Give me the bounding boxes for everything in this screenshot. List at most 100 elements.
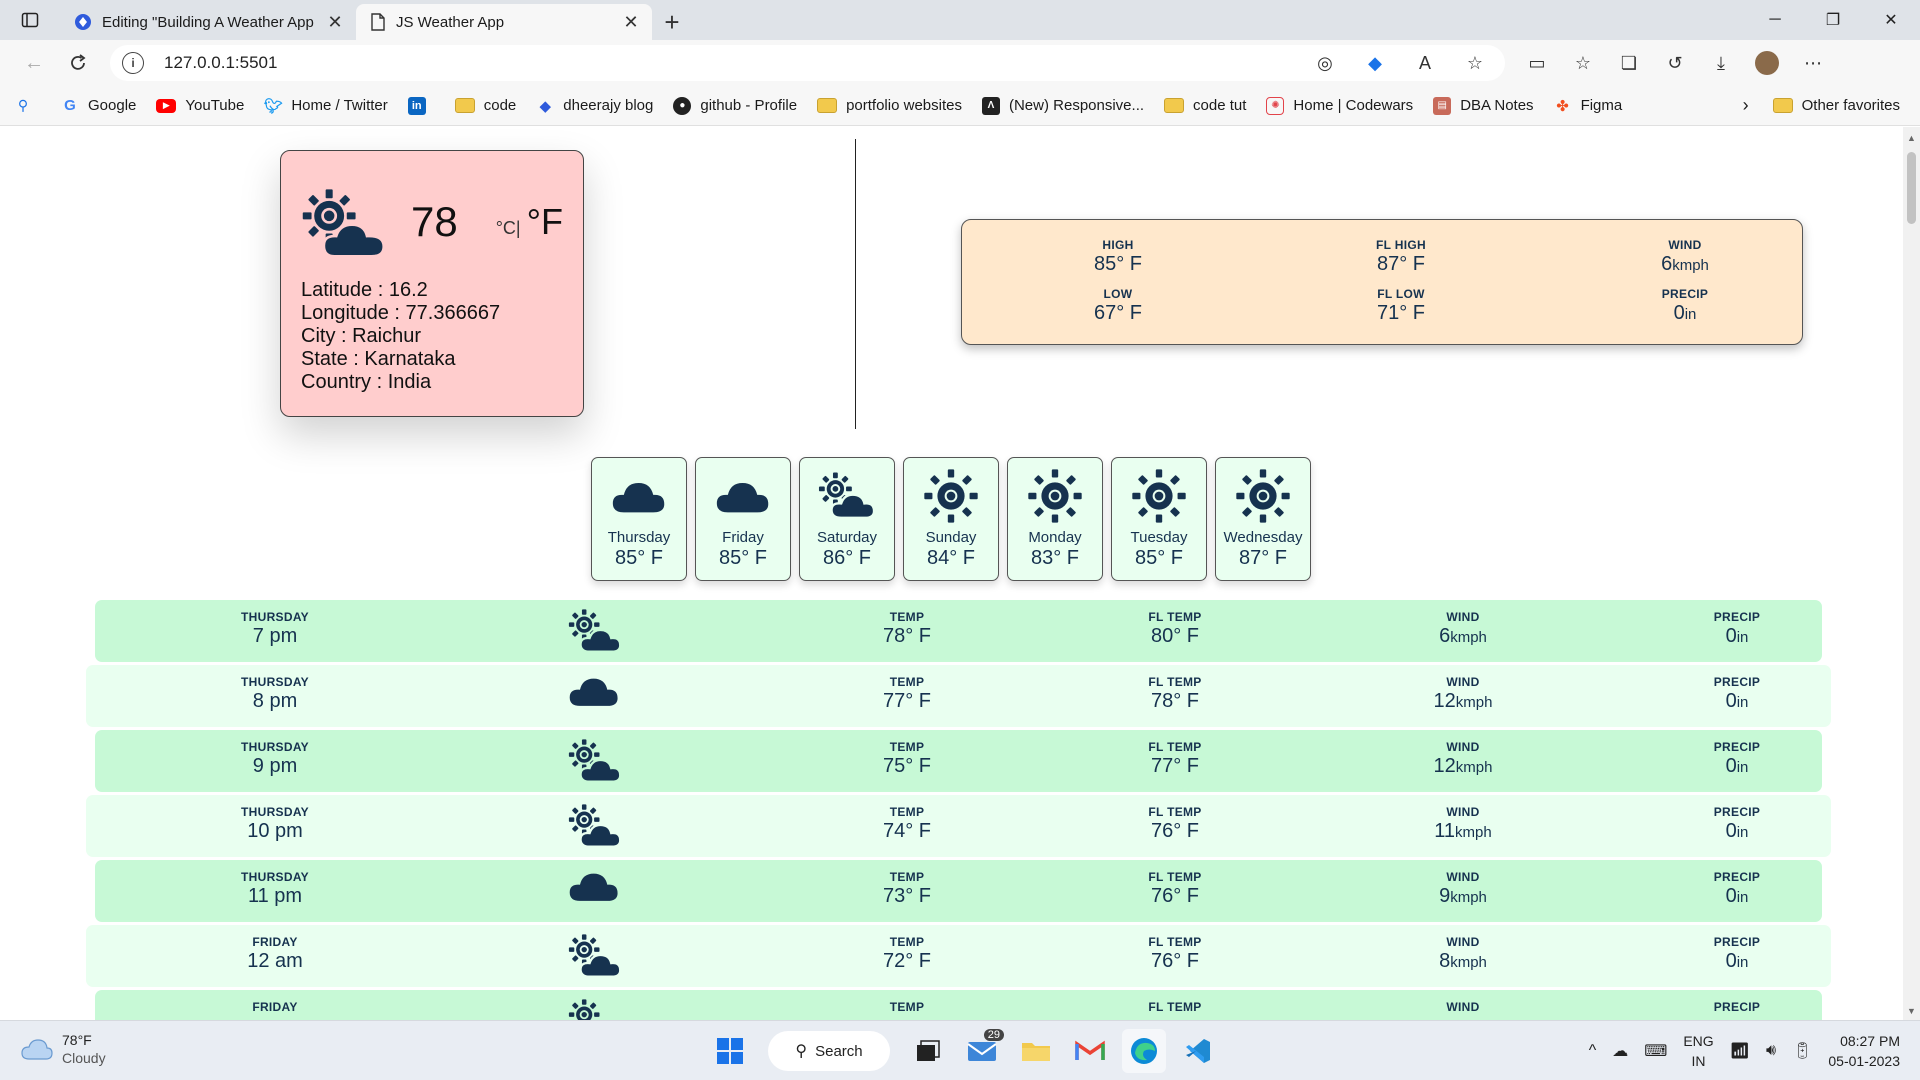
fahrenheit-toggle[interactable]: °F (527, 201, 563, 243)
refresh-icon[interactable] (56, 45, 100, 81)
bookmark-dba-notes[interactable]: ▤ DBA Notes (1433, 96, 1534, 115)
day-card[interactable]: Saturday 86° F (799, 457, 895, 581)
vscode-button[interactable] (1176, 1029, 1220, 1073)
precip-label: PRECIP (1713, 870, 1761, 884)
bookmark-figma[interactable]: ✤ Figma (1554, 97, 1622, 115)
wind-value: 8kmph (1439, 950, 1487, 972)
stat-label: WIND (1668, 238, 1702, 252)
add-favorite-icon[interactable]: ☆ (1457, 45, 1493, 81)
battery-icon[interactable]: 🔋︎ (1792, 1041, 1812, 1061)
hour-day: THURSDAY (241, 675, 309, 689)
bookmark-responsive[interactable]: Λ (New) Responsive... (981, 96, 1144, 115)
close-tab-icon[interactable]: ✕ (620, 11, 642, 33)
precip-stat: PRECIP 0in (1615, 287, 1755, 325)
volume-icon[interactable]: 🔊︎ (1766, 1042, 1776, 1060)
bookmark-google[interactable]: G Google (61, 97, 136, 115)
onedrive-cloud-icon[interactable]: ☁ (1612, 1041, 1628, 1061)
back-arrow-icon[interactable]: ← (12, 45, 56, 81)
read-aloud-icon[interactable]: A (1407, 45, 1443, 81)
bookmark-twitter[interactable]: 🐦︎ Home / Twitter (264, 97, 388, 115)
scroll-down-icon[interactable]: ▼ (1907, 1006, 1916, 1016)
favorites-icon[interactable]: ☆ (1565, 45, 1601, 81)
coupon-icon[interactable]: ◆ (1357, 45, 1393, 81)
precip-value: 0in (1725, 950, 1749, 972)
more-menu-icon[interactable]: ⋯ (1795, 45, 1831, 81)
tracking-prevention-icon[interactable]: ◎ (1307, 45, 1343, 81)
day-card[interactable]: Wednesday 87° F (1215, 457, 1311, 581)
tab-actions-button[interactable] (0, 0, 60, 40)
file-explorer-button[interactable] (1014, 1029, 1058, 1073)
fl-temp-label: FL TEMP (1148, 870, 1202, 884)
url-text[interactable]: 127.0.0.1:5501 (164, 53, 277, 73)
taskbar-weather-widget[interactable]: 78°F Cloudy (20, 1031, 106, 1067)
task-view-button[interactable] (906, 1029, 950, 1073)
collections-icon[interactable]: ❏ (1611, 45, 1647, 81)
close-tab-icon[interactable]: ✕ (324, 11, 346, 33)
restore-icon[interactable]: ❐ (1804, 0, 1862, 40)
system-clock[interactable]: 08:27 PM 05-01-2023 (1828, 1031, 1900, 1071)
folder-icon (454, 98, 475, 113)
bookmark-code-tut[interactable]: code tut (1164, 97, 1246, 114)
new-tab-button[interactable]: + (652, 4, 692, 40)
day-card[interactable]: Tuesday 85° F (1111, 457, 1207, 581)
site-info-icon[interactable]: i (122, 52, 144, 74)
celsius-toggle[interactable]: °C| (496, 218, 521, 239)
fl-temp-label: FL TEMP (1148, 675, 1202, 689)
wind-label: WIND (1446, 870, 1480, 884)
daily-forecast: Thursday 85° F Friday 85° F Saturday 86°… (591, 457, 1311, 581)
sun-icon (922, 466, 980, 526)
hour-precip-cell: PRECIP 0in (1677, 805, 1797, 843)
other-favorites[interactable]: Other favorites (1772, 97, 1900, 114)
blog-icon: ◆ (539, 97, 552, 115)
start-button[interactable] (708, 1029, 752, 1073)
address-bar[interactable]: i 127.0.0.1:5501 ◎ ◆ A ☆ (110, 45, 1505, 81)
bookmark-code[interactable]: code (454, 97, 516, 114)
hour-time-cell: FRIDAY (215, 1000, 335, 1015)
day-name: Saturday (816, 529, 878, 546)
close-window-icon[interactable]: ✕ (1862, 0, 1920, 40)
stat-value: 85° F (1093, 253, 1143, 275)
bookmark-portfolio[interactable]: portfolio websites (817, 97, 962, 114)
taskbar-search-button[interactable]: ⚲ Search (768, 1031, 890, 1071)
hour-time-cell: FRIDAY 12 am (215, 935, 335, 973)
bookmark-codewars[interactable]: ✺ Home | Codewars (1266, 96, 1413, 115)
scroll-up-icon[interactable]: ▲ (1907, 133, 1916, 143)
temp-value: 73° F (882, 885, 932, 907)
profile-avatar-icon[interactable] (1749, 45, 1785, 81)
hour-fl-cell: FL TEMP 76° F (1115, 805, 1235, 843)
temp-value: 75° F (882, 755, 932, 777)
language-bottom: IN (1691, 1053, 1706, 1069)
minimize-icon[interactable]: ─ (1746, 0, 1804, 40)
mail-app-button[interactable]: 29 (960, 1029, 1004, 1073)
day-card[interactable]: Monday 83° F (1007, 457, 1103, 581)
tab-editing[interactable]: Editing "Building A Weather App ✕ (60, 4, 356, 40)
hour-time-cell: THURSDAY 8 pm (215, 675, 335, 713)
day-card[interactable]: Thursday 85° F (591, 457, 687, 581)
page-scrollbar[interactable]: ▲ ▼ (1903, 127, 1920, 1020)
day-name: Sunday (925, 529, 977, 546)
keyboard-icon[interactable]: ⌨ (1644, 1041, 1667, 1061)
gmail-button[interactable] (1068, 1029, 1112, 1073)
bookmark-github[interactable]: ● github - Profile (673, 96, 797, 115)
scroll-thumb[interactable] (1907, 152, 1916, 224)
hour-fl-cell: FL TEMP 76° F (1115, 870, 1235, 908)
day-card[interactable]: Friday 85° F (695, 457, 791, 581)
cast-icon[interactable]: ▭ (1519, 45, 1555, 81)
bookmark-blog[interactable]: ◆ dheerajy blog (536, 97, 654, 115)
bookmark-youtube[interactable]: ▶ YouTube (156, 97, 244, 114)
bookmark-linkedin[interactable]: in (407, 96, 435, 115)
day-card[interactable]: Sunday 84° F (903, 457, 999, 581)
tab-weather-app[interactable]: JS Weather App ✕ (356, 4, 652, 40)
vertical-divider (855, 139, 856, 429)
stat-value: 71° F (1376, 302, 1426, 324)
downloads-icon[interactable]: ⤓ (1703, 45, 1739, 81)
language-indicator[interactable]: ENG IN (1683, 1031, 1713, 1071)
bookmark-search[interactable]: ⚲ (14, 97, 41, 115)
temp-value: 77° F (882, 690, 932, 712)
wifi-icon[interactable]: 📶︎ (1730, 1041, 1750, 1061)
history-icon[interactable]: ↺ (1657, 45, 1693, 81)
day-temp: 84° F (926, 547, 976, 569)
more-bookmarks-chevron-icon[interactable]: › (1743, 95, 1749, 116)
edge-button[interactable] (1122, 1029, 1166, 1073)
show-hidden-icons-chevron[interactable]: ^ (1589, 1042, 1597, 1060)
